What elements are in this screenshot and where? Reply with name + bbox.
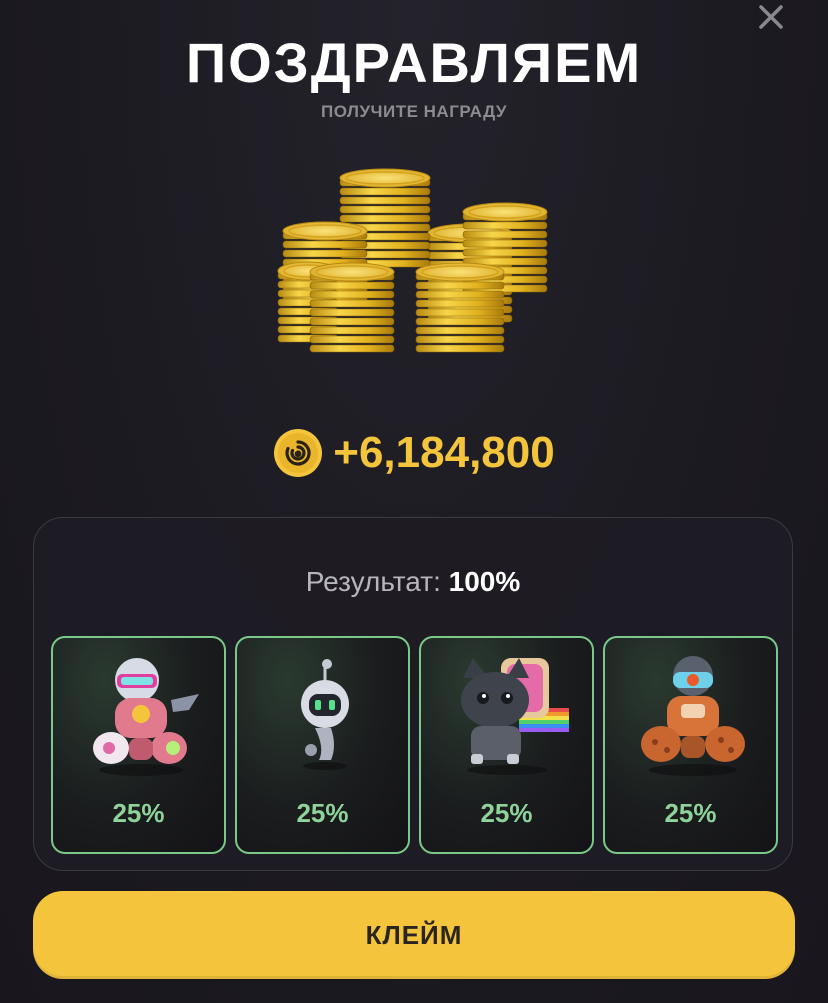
claim-button[interactable]: КЛЕЙМ [33, 891, 795, 979]
result-value: 100% [448, 566, 521, 597]
page-title: ПОЗДРАВЛЯЕМ [185, 31, 643, 94]
card-percent: 25% [664, 798, 717, 828]
cat-toast-icon [461, 658, 569, 775]
card-cat-toast[interactable]: 25% [419, 636, 594, 854]
coin-stacks-icon [277, 168, 548, 353]
card-percent: 25% [480, 798, 533, 828]
claim-button-label: КЛЕЙМ [365, 919, 463, 950]
robot-small-icon [301, 659, 349, 770]
reward-amount: +6,184,800 [333, 428, 555, 477]
card-robot-small[interactable]: 25% [235, 636, 410, 854]
card-robot-orange[interactable]: 25% [603, 636, 778, 854]
robot-orange-icon [641, 656, 745, 776]
robot-pink-icon [93, 658, 199, 776]
reward-amount-row: +6,184,800 [0, 428, 828, 478]
card-list: 25% 25% 25% 25% [51, 636, 778, 854]
card-percent: 25% [296, 798, 349, 828]
result-line: Результат: 100% [34, 566, 792, 598]
result-panel: Результат: 100% 25% 25% 25% 25% [33, 517, 793, 871]
coin-token-icon [274, 429, 323, 477]
page-subtitle: ПОЛУЧИТЕ НАГРАДУ [321, 102, 507, 121]
card-percent: 25% [112, 798, 165, 828]
reward-screen: ПОЗДРАВЛЯЕМ ПОЛУЧИТЕ НАГРАДУ +6,184,800 [0, 0, 828, 1003]
close-icon [759, 5, 783, 29]
result-label: Результат: [305, 566, 449, 597]
close-button[interactable] [754, 0, 788, 34]
card-robot-pink[interactable]: 25% [51, 636, 226, 854]
